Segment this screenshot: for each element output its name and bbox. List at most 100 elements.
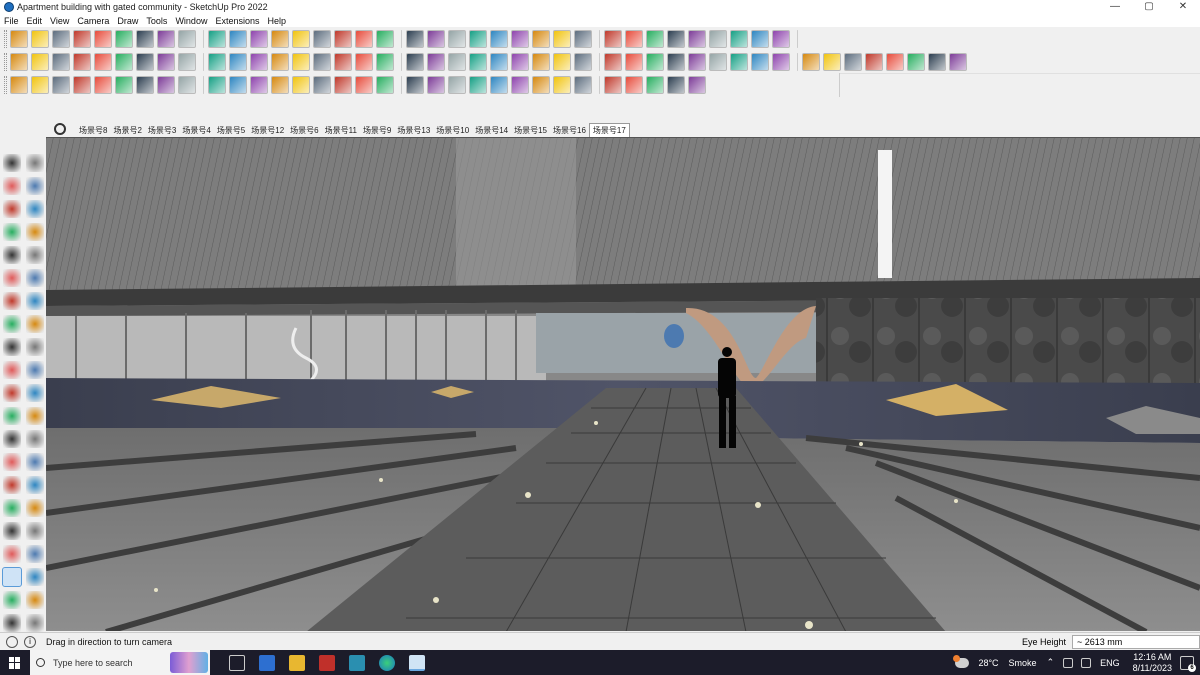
extension-tool-icon[interactable] (646, 52, 664, 71)
taskbar-search[interactable]: Type here to search (30, 650, 210, 675)
plugin-tool-icon[interactable] (355, 76, 373, 94)
plugin-tool-icon[interactable] (115, 76, 133, 94)
plugin-tool-icon[interactable] (313, 76, 331, 94)
main-tool-icon[interactable] (376, 29, 394, 48)
main-tool-icon[interactable] (178, 29, 196, 48)
left-tool-icon[interactable] (3, 338, 21, 356)
left-tool-icon[interactable] (3, 177, 21, 195)
plugin-tool-icon[interactable] (574, 76, 592, 94)
main-tool-icon[interactable] (73, 29, 91, 48)
toolbar-grip[interactable] (4, 29, 7, 48)
left-tool-icon[interactable] (26, 407, 44, 425)
sketchup-task-icon[interactable] (409, 654, 425, 671)
scene-tab[interactable]: 场景号6 (287, 124, 321, 137)
scene-tab[interactable]: 场景号16 (550, 124, 589, 137)
acrobat-app-icon[interactable] (319, 654, 335, 671)
language-indicator[interactable]: ENG (1100, 658, 1120, 668)
menu-camera[interactable]: Camera (77, 16, 109, 26)
plugin-tool-icon[interactable] (448, 76, 466, 94)
plugin-tool-icon[interactable] (688, 76, 706, 94)
extension-tool-icon[interactable] (865, 52, 883, 71)
main-tool-icon[interactable] (448, 29, 466, 48)
left-tool-icon[interactable] (3, 476, 21, 494)
left-tool-icon[interactable] (26, 315, 44, 333)
weather-icon[interactable] (953, 654, 970, 668)
scene-tab[interactable]: 场景号10 (433, 124, 472, 137)
left-tool-icon[interactable] (3, 200, 21, 218)
plugin-tool-icon[interactable] (10, 76, 28, 94)
left-tool-icon[interactable] (26, 522, 44, 540)
extension-tool-icon[interactable] (355, 52, 373, 71)
extension-tool-icon[interactable] (178, 52, 196, 71)
main-tool-icon[interactable] (667, 29, 685, 48)
maximize-button[interactable]: ▢ (1132, 0, 1166, 14)
left-tool-icon[interactable] (26, 338, 44, 356)
main-tool-icon[interactable] (334, 29, 352, 48)
main-tool-icon[interactable] (511, 29, 529, 48)
scene-tab[interactable]: 场景号13 (394, 124, 433, 137)
scene-tab[interactable]: 场景号17 (588, 123, 630, 137)
volume-icon[interactable] (1081, 657, 1092, 668)
main-tool-icon[interactable] (646, 29, 664, 48)
main-tool-icon[interactable] (229, 29, 247, 48)
toolbar-grip[interactable] (4, 52, 7, 71)
plugin-tool-icon[interactable] (292, 76, 310, 94)
start-button[interactable] (0, 650, 30, 675)
menu-draw[interactable]: Draw (117, 16, 138, 26)
main-tool-icon[interactable] (292, 29, 310, 48)
extension-tool-icon[interactable] (31, 52, 49, 71)
extension-tool-icon[interactable] (709, 52, 727, 71)
left-tool-icon[interactable] (26, 154, 44, 172)
main-tool-icon[interactable] (490, 29, 508, 48)
left-tool-icon[interactable] (26, 476, 44, 494)
main-tool-icon[interactable] (427, 29, 445, 48)
main-tool-icon[interactable] (10, 29, 28, 48)
edge-browser-icon[interactable] (379, 654, 395, 671)
plugin-tool-icon[interactable] (208, 76, 226, 94)
left-tool-icon[interactable] (3, 154, 21, 172)
extension-tool-icon[interactable] (271, 52, 289, 71)
plugin-tool-icon[interactable] (469, 76, 487, 94)
main-tool-icon[interactable] (709, 29, 727, 48)
left-tool-icon[interactable] (3, 614, 21, 632)
left-tool-icon[interactable] (26, 177, 44, 195)
clock[interactable]: 12:16 AM 8/11/2023 (1133, 652, 1172, 674)
main-tool-icon[interactable] (157, 29, 175, 48)
main-tool-icon[interactable] (751, 29, 769, 48)
left-tool-icon[interactable] (26, 223, 44, 241)
scene-tab[interactable]: 场景号5 (214, 124, 248, 137)
extension-tool-icon[interactable] (844, 52, 862, 71)
left-tool-icon[interactable] (3, 361, 21, 379)
plugin-tool-icon[interactable] (553, 76, 571, 94)
extension-tool-icon[interactable] (688, 52, 706, 71)
extension-tool-icon[interactable] (907, 52, 925, 71)
plugin-tool-icon[interactable] (646, 76, 664, 94)
extension-tool-icon[interactable] (427, 52, 445, 71)
left-tool-icon[interactable] (26, 591, 44, 609)
extension-tool-icon[interactable] (574, 52, 592, 71)
main-tool-icon[interactable] (469, 29, 487, 48)
main-tool-icon[interactable] (94, 29, 112, 48)
extension-tool-icon[interactable] (376, 52, 394, 71)
plugin-tool-icon[interactable] (94, 76, 112, 94)
measurement-input[interactable]: ~ 2613 mm (1072, 635, 1200, 649)
main-tool-icon[interactable] (250, 29, 268, 48)
scene-tab[interactable]: 场景号12 (248, 124, 287, 137)
left-tool-icon[interactable] (3, 545, 21, 563)
scene-tab[interactable]: 场景号15 (511, 124, 550, 137)
close-button[interactable]: ✕ (1166, 0, 1200, 14)
extension-tool-icon[interactable] (469, 52, 487, 71)
app-3-icon[interactable] (349, 654, 365, 671)
plugin-tool-icon[interactable] (229, 76, 247, 94)
main-tool-icon[interactable] (688, 29, 706, 48)
scene-tab[interactable]: 场景号2 (110, 124, 144, 137)
left-tool-icon[interactable] (2, 567, 22, 587)
extension-tool-icon[interactable] (772, 52, 790, 71)
left-tool-icon[interactable] (26, 292, 44, 310)
extension-tool-icon[interactable] (448, 52, 466, 71)
extension-tool-icon[interactable] (604, 52, 622, 71)
main-tool-icon[interactable] (574, 29, 592, 48)
extension-tool-icon[interactable] (667, 52, 685, 71)
extension-tool-icon[interactable] (751, 52, 769, 71)
menu-file[interactable]: File (4, 16, 19, 26)
